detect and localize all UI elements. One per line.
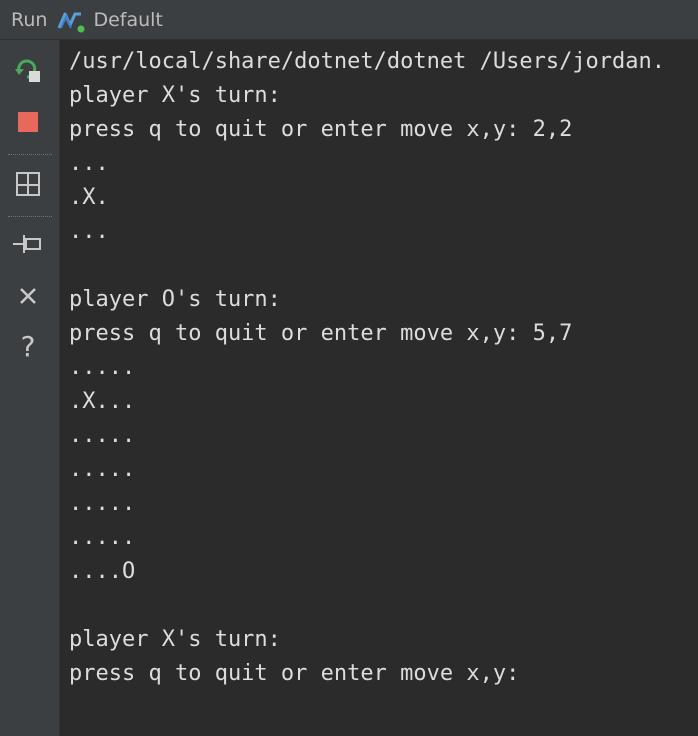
layout-icon[interactable] [12,168,44,200]
console-line: ..... [69,491,136,516]
run-tab-label[interactable]: Run [11,9,47,31]
stop-icon[interactable] [12,106,44,138]
console-line: ..... [69,355,136,380]
console-line: ..... [69,423,136,448]
run-tool-sidebar: ? [0,40,60,736]
console-line: ... [69,151,109,176]
console-line: press q to quit or enter move x,y: [69,661,520,686]
console-line: press q to quit or enter move x,y: 2,2 [69,117,573,142]
console-line: .X. [69,185,109,210]
run-config-name[interactable]: Default [93,9,162,31]
console-line: ... [69,219,109,244]
close-icon[interactable] [12,280,44,312]
console-output[interactable]: /usr/local/share/dotnet/dotnet /Users/jo… [61,40,698,736]
console-line: ..... [69,457,136,482]
pin-icon[interactable] [12,228,44,260]
console-line: /usr/local/share/dotnet/dotnet /Users/jo… [69,49,666,74]
sidebar-separator [8,154,52,155]
dotnet-icon [57,8,87,32]
console-line: .X... [69,389,136,414]
sidebar-separator [8,216,52,217]
console-line: player X's turn: [69,83,281,108]
console-line: ..... [69,525,136,550]
rerun-icon[interactable] [12,54,44,86]
help-icon[interactable]: ? [12,330,44,363]
run-toolbar: Run Default [0,0,698,40]
console-line: player O's turn: [69,287,281,312]
console-line: ....O [69,559,136,584]
console-line: player X's turn: [69,627,281,652]
console-line: press q to quit or enter move x,y: 5,7 [69,321,573,346]
